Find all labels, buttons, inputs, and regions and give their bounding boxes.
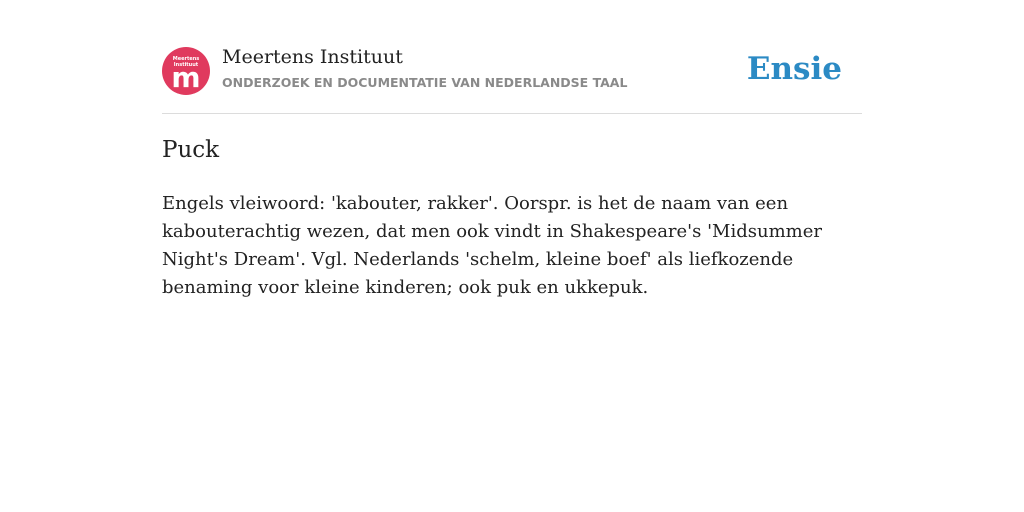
entry-body: Engels vleiwoord: 'kabouter, rakker'. Oo… bbox=[162, 193, 822, 298]
page-container: Meertens Instituut m Meertens Instituut … bbox=[162, 0, 862, 298]
meertens-logo-icon[interactable]: Meertens Instituut m bbox=[162, 47, 210, 95]
site-title[interactable]: Meertens Instituut bbox=[222, 46, 403, 68]
header: Meertens Instituut m Meertens Instituut … bbox=[162, 0, 862, 114]
entry-title: Puck bbox=[162, 137, 220, 163]
site-subtitle: ONDERZOEK EN DOCUMENTATIE VAN NEDERLANDS… bbox=[222, 75, 628, 90]
ensie-brand-link[interactable]: Ensie bbox=[747, 51, 842, 87]
logo-letter: m bbox=[171, 61, 201, 94]
